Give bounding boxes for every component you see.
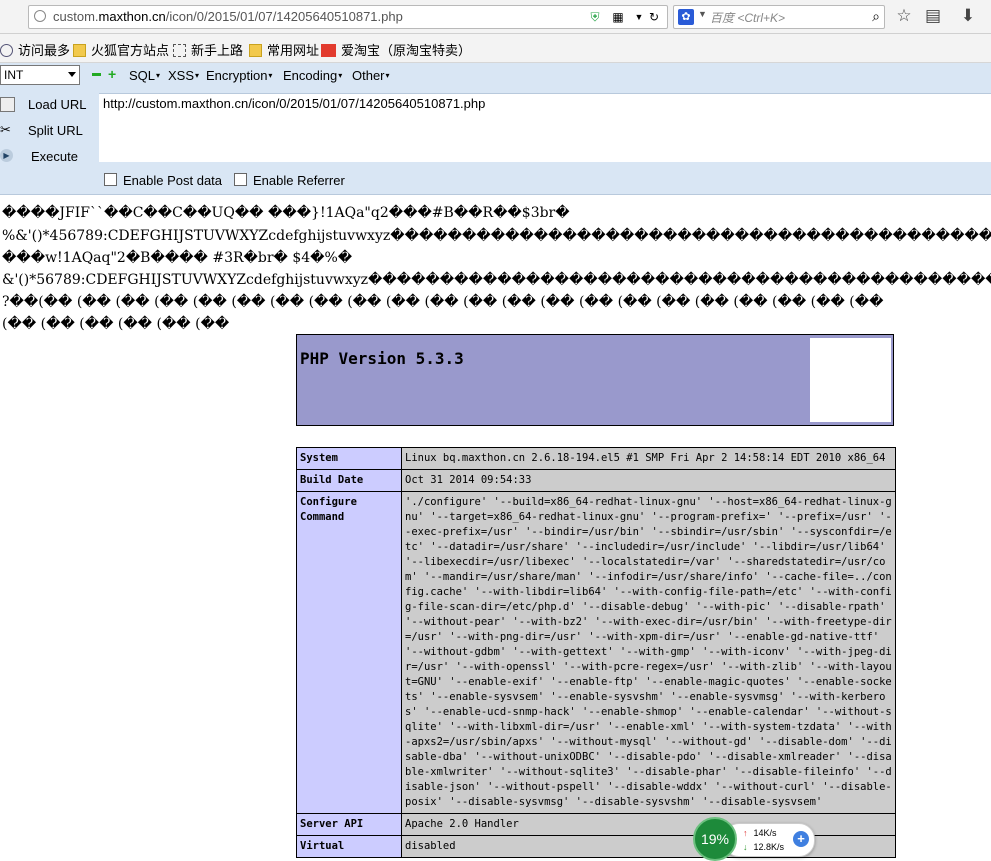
menu-encoding[interactable]: Encoding▾ xyxy=(283,68,342,83)
plus-circle-icon[interactable]: + xyxy=(793,831,809,847)
play-icon: ▶ xyxy=(0,149,13,162)
plus-icon[interactable]: + xyxy=(108,66,118,82)
table-row: Configure Command './configure' '--build… xyxy=(296,491,896,814)
menu-xss[interactable]: XSS▾ xyxy=(168,68,199,83)
globe-icon xyxy=(34,10,46,22)
bookmarks-bar: 访问最多 火狐官方站点 新手上路 常用网址 爱淘宝（原淘宝特卖） xyxy=(0,34,991,63)
dashed-box-icon xyxy=(173,44,186,57)
reload-icon[interactable]: ↻ xyxy=(647,10,661,24)
arrow-down-icon: ↓ xyxy=(743,842,748,852)
row-key: Virtual xyxy=(296,835,402,858)
binary-line: ?��(�� (�� (�� (�� (�� (�� (�� (�� (�� (… xyxy=(2,294,884,310)
checkbox-icon xyxy=(234,173,247,186)
binary-line: &'()*56789:CDEFGHIJSTUVWXYZcdefghijstuvw… xyxy=(2,272,991,288)
row-value: Linux bq.maxthon.cn 2.6.18-194.el5 #1 SM… xyxy=(401,447,896,470)
arrow-up-icon: ↑ xyxy=(743,828,748,838)
checkbox-icon xyxy=(104,173,117,186)
download-speed: ↓ 12.8K/s xyxy=(743,842,785,852)
php-info-table: System Linux bq.maxthon.cn 2.6.18-194.el… xyxy=(296,447,896,858)
menu-encryption[interactable]: Encryption▾ xyxy=(206,68,272,83)
library-icon[interactable]: ▤ xyxy=(922,5,944,27)
binary-line: ���w!1AQaq"2�B���� #3R�br� $4�%� xyxy=(2,250,353,266)
qr-code-icon[interactable]: ▦ xyxy=(611,10,625,24)
table-row: System Linux bq.maxthon.cn 2.6.18-194.el… xyxy=(296,447,896,470)
search-placeholder: 百度 <Ctrl+K> xyxy=(710,11,786,25)
baidu-icon[interactable]: ✿ xyxy=(678,9,694,25)
bookmark-getting-started[interactable]: 新手上路 xyxy=(173,40,243,59)
row-value: Oct 31 2014 09:54:33 xyxy=(401,469,896,492)
search-icon[interactable]: ⌕ xyxy=(872,8,880,25)
load-url-button[interactable]: Load URL xyxy=(0,94,96,116)
folder-icon xyxy=(73,44,86,57)
url-bar[interactable]: custom.maxthon.cn/icon/0/2015/01/07/1420… xyxy=(28,5,668,29)
type-select[interactable]: INT xyxy=(0,65,80,85)
php-version-header: PHP Version 5.3.3 xyxy=(296,334,894,426)
upload-speed: ↑ 14K/s xyxy=(743,828,777,838)
taobao-icon xyxy=(321,44,336,57)
usage-percent[interactable]: 19% xyxy=(693,817,737,861)
navigation-toolbar: custom.maxthon.cn/icon/0/2015/01/07/1420… xyxy=(0,0,991,34)
row-key: System xyxy=(296,447,402,470)
row-value: './configure' '--build=x86_64-redhat-lin… xyxy=(401,491,896,814)
binary-output: ����JFIF``��C��C��UQ�� ���}!1AQa"q2���#B… xyxy=(0,202,991,342)
chevron-down-icon xyxy=(68,72,76,77)
php-logo xyxy=(810,338,891,422)
bookmark-firefox-site[interactable]: 火狐官方站点 xyxy=(73,40,169,59)
hackbar-panel: INT + SQL▾ XSS▾ Encryption▾ Encoding▾ Ot… xyxy=(0,63,991,195)
network-speed-widget[interactable]: 19% ↑ 14K/s ↓ 12.8K/s + xyxy=(693,817,815,861)
binary-line: (�� (�� (�� (�� (�� (�� xyxy=(2,316,230,332)
row-key: Configure Command xyxy=(296,491,402,814)
table-row: Build Date Oct 31 2014 09:54:33 xyxy=(296,469,896,492)
enable-referrer-checkbox[interactable]: Enable Referrer xyxy=(234,173,345,188)
binary-line: %&'()*456789:CDEFGHIJSTUVWXYZcdefghijstu… xyxy=(2,228,991,244)
url-textarea[interactable]: http://custom.maxthon.cn/icon/0/2015/01/… xyxy=(99,93,991,162)
bookmark-taobao[interactable]: 爱淘宝（原淘宝特卖） xyxy=(321,40,471,59)
split-url-button[interactable]: ✂ Split URL xyxy=(0,120,96,142)
enable-post-checkbox[interactable]: Enable Post data xyxy=(104,173,222,188)
star-icon[interactable]: ☆ xyxy=(893,5,915,27)
execute-button[interactable]: ▶ Execute xyxy=(0,146,96,168)
menu-other[interactable]: Other▾ xyxy=(352,68,390,83)
row-key: Server API xyxy=(296,813,402,836)
load-icon xyxy=(0,97,15,112)
download-icon[interactable]: ⬇ xyxy=(957,5,979,27)
dropdown-arrow-icon[interactable]: ▼ xyxy=(632,10,646,24)
bookmark-most-visited[interactable]: 访问最多 xyxy=(0,40,70,59)
folder-icon xyxy=(249,44,262,57)
row-value: disabled xyxy=(401,835,896,858)
minus-icon[interactable] xyxy=(92,73,101,76)
page-title: PHP Version 5.3.3 xyxy=(300,349,464,368)
shield-icon[interactable]: ⛨ xyxy=(588,10,602,24)
engine-dropdown-icon[interactable]: ▼ xyxy=(698,9,707,19)
bookmark-common-sites[interactable]: 常用网址 xyxy=(249,40,319,59)
menu-sql[interactable]: SQL▾ xyxy=(129,68,160,83)
url-text[interactable]: custom.maxthon.cn/icon/0/2015/01/07/1420… xyxy=(53,9,403,24)
search-box[interactable]: ✿ ▼ 百度 <Ctrl+K> ⌕ xyxy=(673,5,885,29)
row-value: Apache 2.0 Handler xyxy=(401,813,896,836)
scissors-icon: ✂ xyxy=(0,122,11,137)
binary-line: ����JFIF``��C��C��UQ�� ���}!1AQa"q2���#B… xyxy=(2,205,570,221)
gear-icon xyxy=(0,44,13,57)
row-key: Build Date xyxy=(296,469,402,492)
